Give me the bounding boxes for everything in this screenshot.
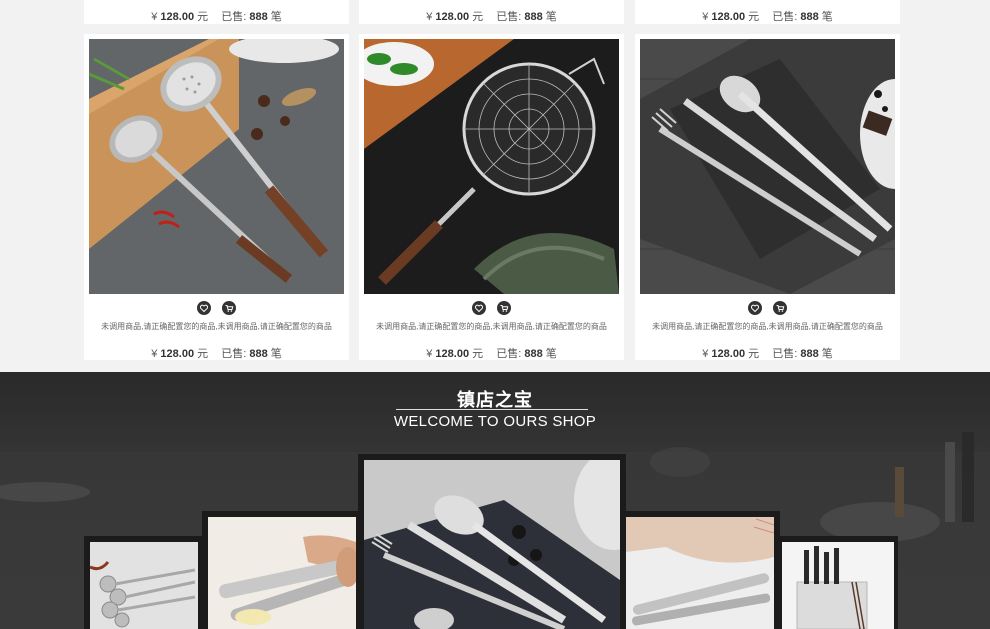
price-row: ¥ 128.00 元 已售: 888 笔 [426,348,557,360]
top-card-3[interactable]: ¥ 128.00 元 已售: 888 笔 [635,0,900,24]
featured-item-knife-block[interactable] [778,536,898,629]
heart-icon[interactable] [472,300,487,315]
heart-icon[interactable] [748,300,763,315]
cart-icon[interactable] [772,300,787,315]
featured-item-measuring-spoons[interactable] [84,536,204,629]
featured-item-garlic-press[interactable] [202,511,362,629]
section-divider [396,409,588,410]
cart-icon[interactable] [496,300,511,315]
product-description: 未调用商品,请正确配置您的商品,未调用商品,请正确配置您的商品 [652,322,883,331]
product-actions [84,299,349,317]
heart-icon[interactable] [197,300,212,315]
cart-icon[interactable] [221,300,236,315]
product-image-ladles[interactable] [89,39,344,294]
featured-item-cutlery-set[interactable] [358,454,626,629]
product-description: 未调用商品,请正确配置您的商品,未调用商品,请正确配置您的商品 [376,322,607,331]
product-actions [359,299,624,317]
featured-section: 镇店之宝 WELCOME TO OURS SHOP [0,372,990,629]
price-row: ¥ 128.00 元 已售: 888 笔 [151,11,282,23]
top-card-1[interactable]: ¥ 128.00 元 已售: 888 笔 [84,0,349,24]
price-row: ¥ 128.00 元 已售: 888 笔 [702,11,833,23]
top-card-2[interactable]: ¥ 128.00 元 已售: 888 笔 [359,0,624,24]
price-row: ¥ 128.00 元 已售: 888 笔 [702,348,833,360]
price-row: ¥ 128.00 元 已售: 888 笔 [151,348,282,360]
product-card-1[interactable]: 未调用商品,请正确配置您的商品,未调用商品,请正确配置您的商品 ¥ 128.00… [84,34,349,360]
price-row: ¥ 128.00 元 已售: 888 笔 [426,11,557,23]
product-actions [635,299,900,317]
section-subtitle: WELCOME TO OURS SHOP [393,413,597,430]
product-card-3[interactable]: 未调用商品,请正确配置您的商品,未调用商品,请正确配置您的商品 ¥ 128.00… [635,34,900,360]
product-card-2[interactable]: 未调用商品,请正确配置您的商品,未调用商品,请正确配置您的商品 ¥ 128.00… [359,34,624,360]
featured-item-tongs[interactable] [620,511,780,629]
product-image-strainer[interactable] [364,39,619,294]
product-description: 未调用商品,请正确配置您的商品,未调用商品,请正确配置您的商品 [101,322,332,331]
product-image-cutlery[interactable] [640,39,895,294]
